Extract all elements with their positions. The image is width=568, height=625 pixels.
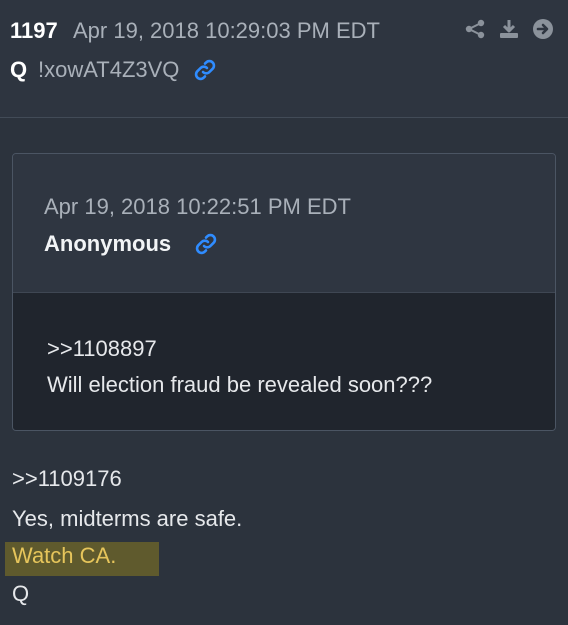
reference-link[interactable]: >>1109176 [12,466,122,492]
post-author: Q [10,57,28,82]
quoted-post-body: >>1108897 Will election fraud be reveale… [13,293,555,430]
post-signature: Q [12,581,30,606]
post-timestamp: Apr 19, 2018 10:29:03 PM EDT [73,18,380,43]
forward-icon[interactable] [532,18,554,40]
quoted-text: Will election fraud be revealed soon??? [47,372,433,397]
highlighted-text-line: Watch CA. [12,543,117,568]
quoted-timestamp: Apr 19, 2018 10:22:51 PM EDT [44,194,351,219]
post-toolbar [464,18,554,40]
post-text-line: Yes, midterms are safe. [12,506,243,531]
quoted-post-header: Apr 19, 2018 10:22:51 PM EDT Anonymous [13,154,555,293]
post-tripcode: !xowAT4Z3VQ [38,57,180,82]
share-icon[interactable] [464,18,486,40]
download-icon[interactable] [498,18,520,40]
link-icon[interactable] [194,232,218,256]
quoted-author: Anonymous [44,231,172,256]
post-number: 1197 [10,18,58,43]
quoted-reference-link[interactable]: >>1108897 [47,336,157,362]
quoted-post: Apr 19, 2018 10:22:51 PM EDT Anonymous >… [12,153,556,431]
link-icon[interactable] [193,58,217,82]
post-header: 1197 Apr 19, 2018 10:29:03 PM EDT Q !xow… [0,0,568,118]
